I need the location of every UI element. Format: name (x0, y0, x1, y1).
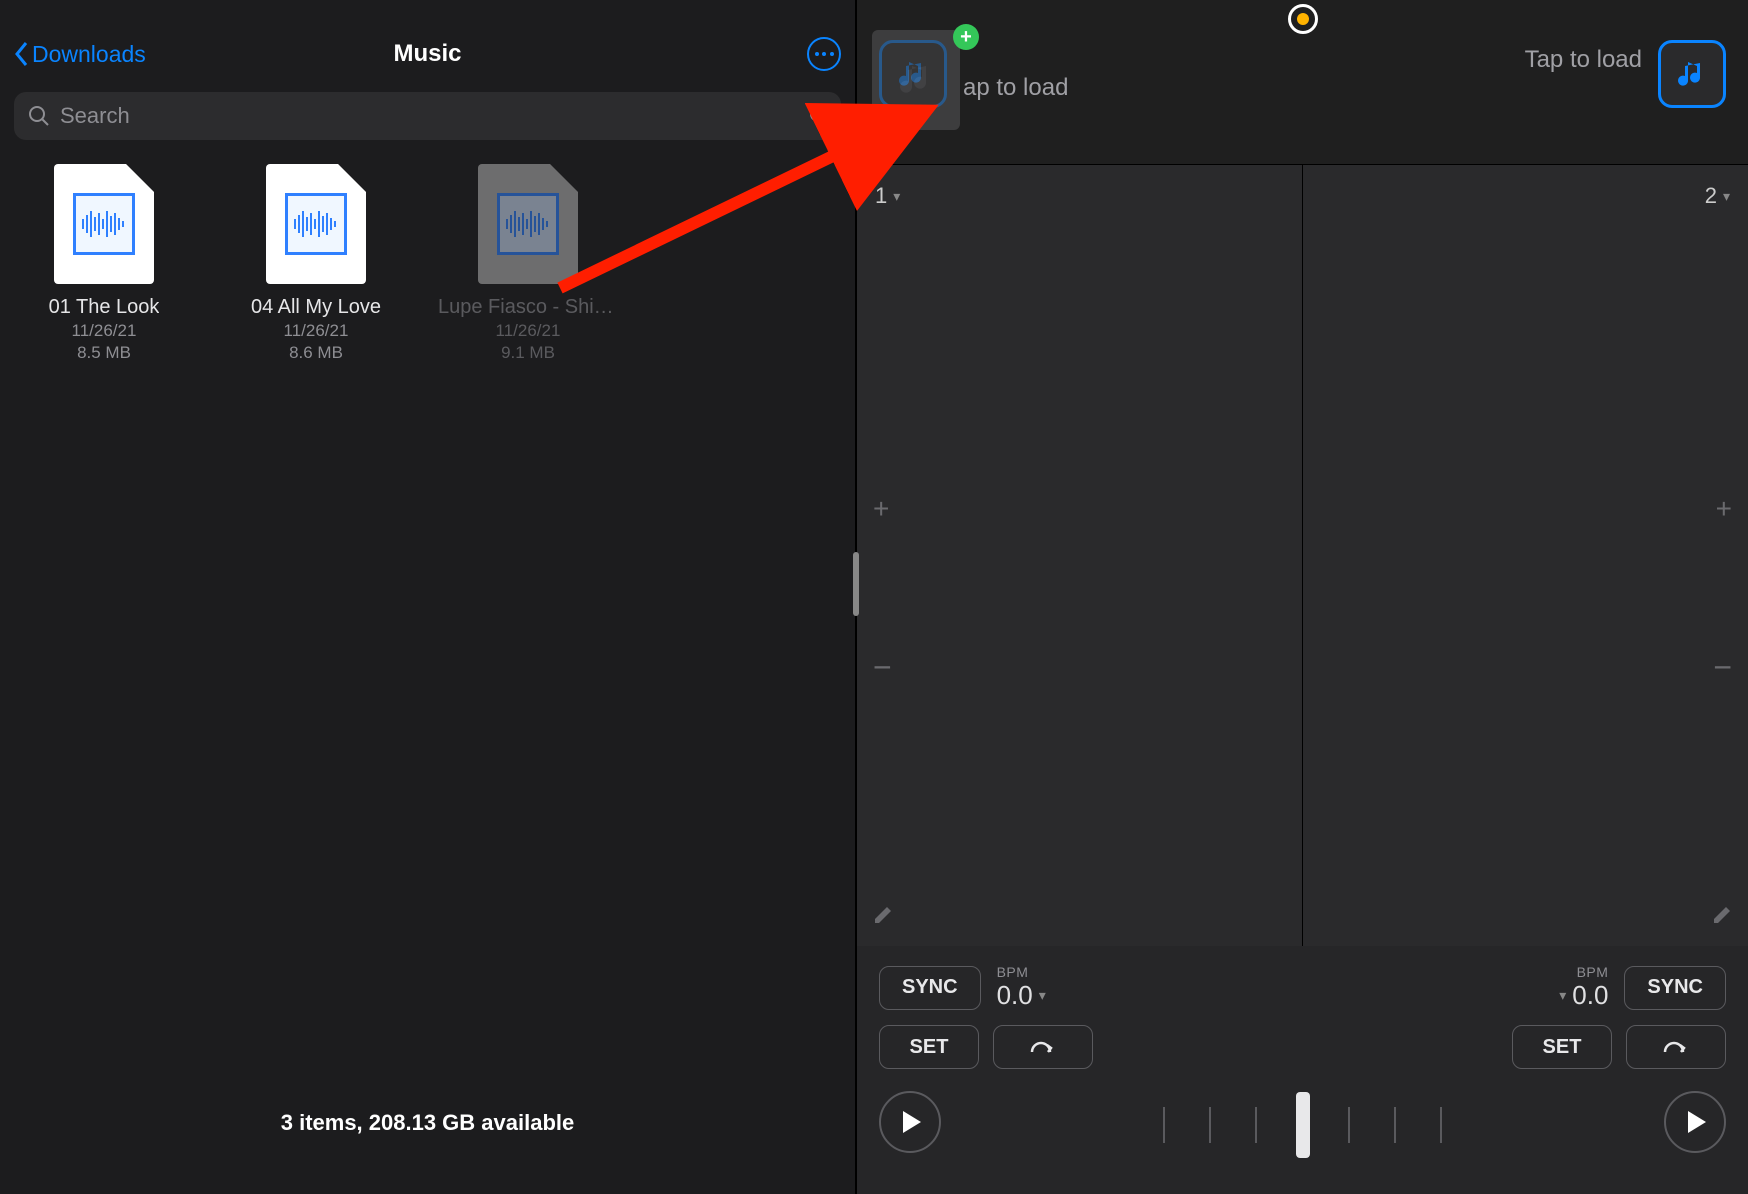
play-icon (903, 1111, 921, 1133)
drop-plus-badge: + (953, 24, 979, 50)
deck-a-play-button[interactable] (879, 1091, 941, 1153)
deck-b-bpm-value: 0.0 (1572, 980, 1608, 1011)
file-name: 04 All My Love (251, 296, 381, 319)
file-date: 11/26/21 (284, 321, 349, 341)
pencil-icon (873, 905, 893, 925)
deck-a-load-button[interactable] (879, 40, 947, 108)
chevron-down-icon: ▾ (1723, 188, 1730, 205)
audio-file-icon (478, 164, 578, 284)
deck-b-edit[interactable] (1712, 905, 1732, 930)
file-date: 11/26/21 (496, 321, 561, 341)
crossfader-thumb[interactable] (1296, 1092, 1310, 1158)
pencil-icon (1712, 905, 1732, 925)
deck-b-bpm[interactable]: BPM ▾ 0.0 (1559, 964, 1608, 1011)
search-icon (28, 105, 50, 127)
music-note-icon (1674, 56, 1710, 92)
deck-b-sync-button[interactable]: SYNC (1624, 966, 1726, 1010)
file-item-dragging[interactable]: Lupe Fiasco - Shinin…antos) 11/26/21 9.1… (438, 164, 618, 363)
dj-transport: SYNC BPM 0.0 ▾ SET BPM ▾ 0.0 SYNC (857, 946, 1748, 1194)
chevron-down-icon: ▾ (1559, 987, 1566, 1004)
file-name: Lupe Fiasco - Shinin…antos) (438, 296, 618, 319)
deck-a-bpm-value: 0.0 (997, 980, 1033, 1011)
status-bar: 3 items, 208.13 GB available (0, 1110, 855, 1194)
dj-pane: + ap to load Tap to load 1 ▾ + − 2 (855, 0, 1748, 1194)
file-size: 8.6 MB (289, 343, 343, 363)
deck-b-load-button[interactable] (1658, 40, 1726, 108)
deck-a-edit[interactable] (873, 905, 893, 930)
bpm-label: BPM (997, 964, 1046, 980)
file-date: 11/26/21 (72, 321, 137, 341)
file-item[interactable]: 04 All My Love 11/26/21 8.6 MB (226, 164, 406, 363)
dj-top-bar: + ap to load Tap to load (857, 0, 1748, 165)
deck-a-selector[interactable]: 1 ▾ (875, 183, 900, 209)
chevron-down-icon: ▾ (1039, 987, 1046, 1004)
jump-forward-icon (1029, 1038, 1057, 1056)
deck-a[interactable]: 1 ▾ + − (857, 165, 1302, 946)
deck-b-hotcue-remove[interactable]: − (1713, 649, 1732, 686)
deck-b[interactable]: 2 ▾ + − (1302, 165, 1748, 946)
file-name: 01 The Look (49, 296, 160, 319)
play-icon (1688, 1111, 1706, 1133)
deck-a-bpm[interactable]: BPM 0.0 ▾ (997, 964, 1046, 1011)
back-label: Downloads (32, 41, 146, 68)
deck-b-controls: BPM ▾ 0.0 SYNC SET (1486, 964, 1726, 1176)
deck-a-controls: SYNC BPM 0.0 ▾ SET (879, 964, 1119, 1176)
deck-b-number: 2 (1705, 183, 1717, 209)
deck-b-jump-button[interactable] (1626, 1025, 1726, 1069)
deck-a-set-button[interactable]: SET (879, 1025, 979, 1069)
deck-a-sync-button[interactable]: SYNC (879, 966, 981, 1010)
file-size: 9.1 MB (501, 343, 555, 363)
audio-file-icon (54, 164, 154, 284)
split-view-handle[interactable] (853, 552, 859, 616)
chevron-down-icon: ▾ (893, 188, 900, 205)
deck-a-hotcue-add[interactable]: + (873, 493, 889, 525)
deck-a-jump-button[interactable] (993, 1025, 1093, 1069)
search-field[interactable] (14, 92, 841, 140)
music-note-icon (895, 56, 931, 92)
deck-a-number: 1 (875, 183, 887, 209)
audio-file-icon (266, 164, 366, 284)
chevron-left-icon (14, 41, 30, 67)
deck-a-hotcue-remove[interactable]: − (873, 649, 892, 686)
deck-area: 1 ▾ + − 2 ▾ + − (857, 165, 1748, 946)
deck-b-set-button[interactable]: SET (1512, 1025, 1612, 1069)
files-navbar: Downloads Music (0, 24, 855, 84)
crossfader[interactable] (1163, 1090, 1443, 1160)
more-button[interactable] (807, 37, 841, 71)
files-pane: Downloads Music 01 The Look 11/26/21 8.5… (0, 0, 855, 1194)
search-input[interactable] (60, 103, 799, 129)
file-item[interactable]: 01 The Look 11/26/21 8.5 MB (14, 164, 194, 363)
dictation-icon[interactable] (809, 103, 827, 129)
bpm-label: BPM (1559, 964, 1608, 980)
file-size: 8.5 MB (77, 343, 131, 363)
deck-b-hotcue-add[interactable]: + (1716, 493, 1732, 525)
back-button[interactable]: Downloads (14, 41, 146, 68)
jump-forward-icon (1662, 1038, 1690, 1056)
deck-b-selector[interactable]: 2 ▾ (1705, 183, 1730, 209)
ellipsis-icon (815, 52, 819, 56)
deck-b-play-button[interactable] (1664, 1091, 1726, 1153)
deck-a-load-label: ap to load (963, 74, 1068, 102)
deck-b-load-label: Tap to load (1525, 46, 1642, 74)
file-grid: 01 The Look 11/26/21 8.5 MB 04 All My Lo… (0, 164, 855, 363)
